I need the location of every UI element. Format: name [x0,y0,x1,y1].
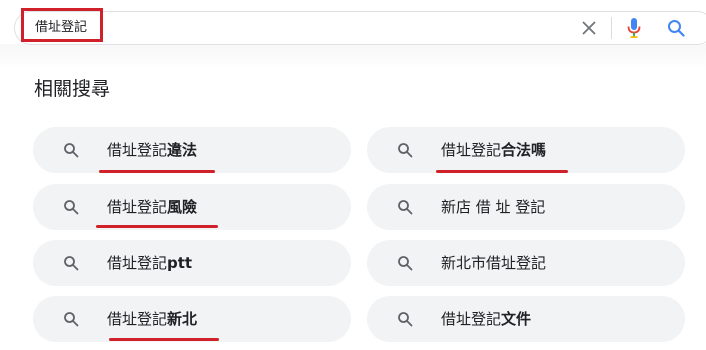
related-search-chip[interactable]: 新店 借 址 登記 [367,184,685,230]
search-bar-divider [611,17,612,39]
related-search-label: 新店 借 址 登記 [441,198,546,216]
related-search-chip[interactable]: 借址登記ptt [33,240,351,286]
search-bar-shadow [0,44,706,70]
related-search-label: 借址登記合法嗎 [441,141,547,159]
search-input[interactable]: 借址登記 [35,19,87,37]
search-icon [668,20,685,37]
related-search-chip[interactable]: 借址登記新北 [33,296,351,342]
search-bar[interactable] [14,11,706,45]
search-icon [64,312,79,327]
search-icon [398,200,413,215]
search-icon [398,143,413,158]
annotation-underline [436,170,568,173]
annotation-underline [96,225,218,228]
annotation-underline [109,338,219,341]
suggestion-completion: 新北 [167,310,198,328]
suggestion-completion: 合法嗎 [501,141,547,159]
related-search-label: 借址登記ptt [107,254,193,272]
related-search-chip[interactable]: 新北市借址登記 [367,240,685,286]
suggestion-completion: 違法 [167,141,198,159]
related-search-label: 借址登記違法 [107,141,198,159]
suggestion-completion: 風險 [167,198,198,216]
related-search-chip[interactable]: 借址登記文件 [367,296,685,342]
search-icon [398,256,413,271]
annotation-underline [99,170,215,173]
search-icon [64,256,79,271]
voice-search-button[interactable] [623,16,645,40]
search-submit-button[interactable] [664,16,688,40]
related-search-label: 借址登記新北 [107,310,198,328]
related-search-chip[interactable]: 借址登記風險 [33,184,351,230]
search-icon [64,143,79,158]
related-search-label: 借址登記文件 [441,310,532,328]
search-icon [64,200,79,215]
related-search-chip[interactable]: 借址登記違法 [33,127,351,173]
related-search-label: 新北市借址登記 [441,254,547,272]
search-icon [398,312,413,327]
suggestion-completion: 文件 [501,310,532,328]
suggestion-completion: ptt [167,254,193,272]
close-icon [582,21,596,35]
microphone-icon [627,18,641,38]
related-search-label: 借址登記風險 [107,198,198,216]
related-search-chip[interactable]: 借址登記合法嗎 [367,127,685,173]
related-searches-heading: 相關搜尋 [34,78,111,100]
clear-button[interactable] [578,17,600,39]
search-results-page: 借址登記 相關搜尋 借址登記違法 借址登記合法嗎 借址登記風險 新店 借 址 登… [0,0,706,350]
